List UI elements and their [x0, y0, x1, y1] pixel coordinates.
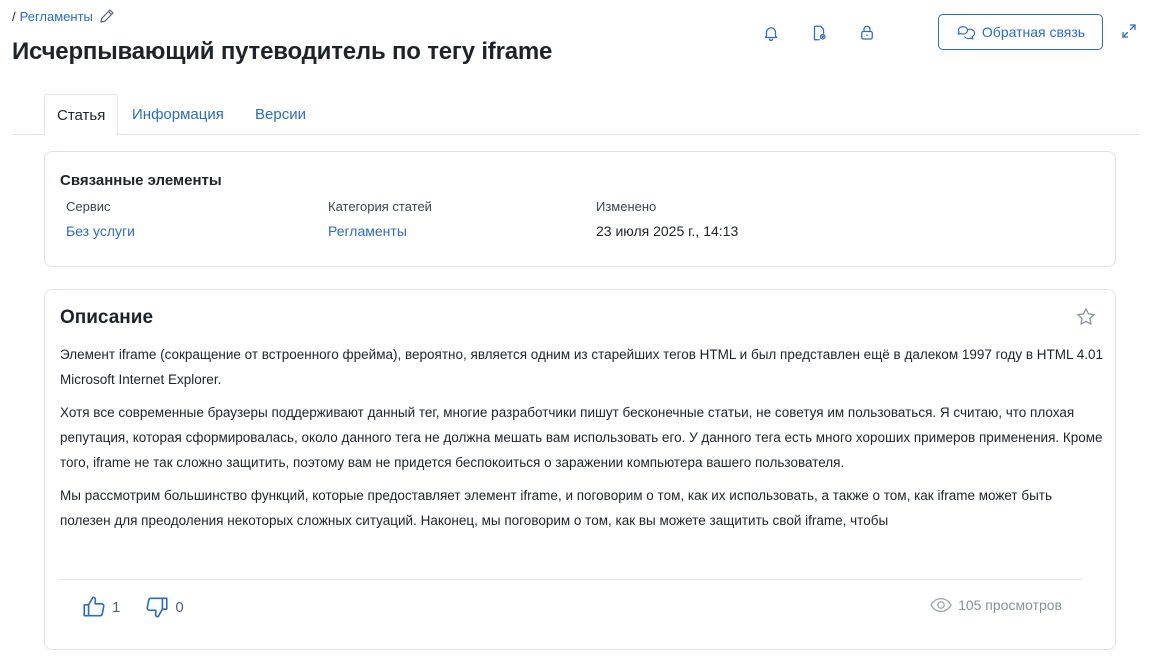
- related-elements-title: Связанные элементы: [60, 172, 222, 189]
- header-actions: [760, 22, 878, 44]
- tab-information[interactable]: Информация: [132, 94, 224, 135]
- category-field: Категория статей Регламенты: [328, 199, 432, 239]
- tab-bar: Статья Информация Версии: [12, 94, 1140, 136]
- breadcrumb-separator: /: [12, 8, 16, 24]
- feedback-label: Обратная связь: [981, 24, 1086, 40]
- service-label: Сервис: [66, 199, 111, 214]
- lock-icon[interactable]: [856, 22, 878, 44]
- views-count: 105 просмотров: [958, 597, 1062, 613]
- description-paragraph: Элемент iframe (сокращение от встроенног…: [60, 347, 1104, 387]
- star-icon[interactable]: [1075, 306, 1097, 328]
- pencil-icon[interactable]: [97, 6, 117, 26]
- modified-field: Изменено 23 июля 2025 г., 14:13: [596, 199, 738, 239]
- description-paragraph: Хотя все современные браузеры поддержива…: [60, 405, 1103, 470]
- breadcrumb: / Регламенты: [12, 6, 117, 26]
- eye-icon: [930, 597, 952, 613]
- modified-value: 23 июля 2025 г., 14:13: [596, 223, 739, 239]
- like-count: 1: [112, 598, 121, 616]
- service-value-link[interactable]: Без услуги: [66, 223, 135, 239]
- thumbs-down-icon: [146, 597, 168, 618]
- modified-label: Изменено: [596, 199, 657, 214]
- description-title: Описание: [60, 307, 154, 328]
- description-paragraph: Мы рассмотрим большинство функций, котор…: [60, 488, 1053, 528]
- views-counter: 105 просмотров: [930, 597, 1062, 613]
- bell-icon[interactable]: [760, 22, 782, 44]
- category-value-link[interactable]: Регламенты: [328, 223, 432, 239]
- divider: [60, 579, 1082, 580]
- dislike-button[interactable]: 0: [144, 594, 184, 620]
- description-card: Описание Элемент iframe (сокращение от в…: [44, 289, 1116, 650]
- rating-controls: 1 0: [81, 594, 184, 620]
- thumbs-up-icon: [83, 596, 105, 617]
- like-button[interactable]: 1: [81, 594, 120, 620]
- category-label: Категория статей: [328, 199, 432, 214]
- dislike-count: 0: [175, 598, 184, 616]
- breadcrumb-link-reglamenty[interactable]: Регламенты: [20, 9, 93, 24]
- tab-versions[interactable]: Версии: [255, 94, 306, 135]
- feedback-button[interactable]: Обратная связь: [938, 14, 1103, 50]
- document-settings-icon[interactable]: [808, 22, 830, 44]
- expand-icon[interactable]: [1120, 22, 1140, 42]
- tab-article[interactable]: Статья: [44, 94, 119, 136]
- chat-icon: [957, 26, 976, 40]
- related-elements-card: Связанные элементы Сервис Без услуги Кат…: [44, 151, 1116, 267]
- page-title: Исчерпывающий путеводитель по тегу ifram…: [12, 38, 553, 65]
- service-field: Сервис Без услуги: [66, 199, 135, 239]
- description-body: Элемент iframe (сокращение от встроенног…: [60, 342, 1106, 541]
